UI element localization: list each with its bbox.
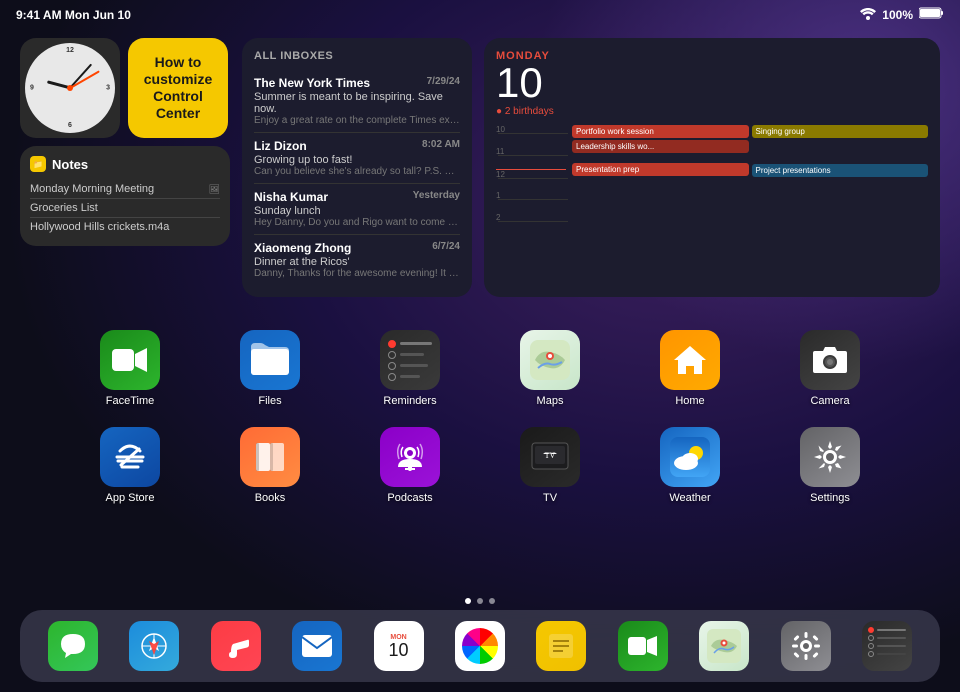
cal-date: 10 xyxy=(496,62,928,104)
status-bar: 9:41 AM Mon Jun 10 100% xyxy=(0,0,960,30)
dock-facetime[interactable] xyxy=(618,621,668,671)
app-weather[interactable]: Weather xyxy=(650,427,730,504)
podcasts-icon xyxy=(380,427,440,487)
app-appstore[interactable]: App Store xyxy=(90,427,170,504)
page-dots xyxy=(0,598,960,604)
notes-title: Notes xyxy=(52,157,88,172)
mail-item-4: Xiaomeng Zhong 6/7/24 Dinner at the Rico… xyxy=(254,235,460,285)
cal-event-5: Presentation prep xyxy=(572,163,749,176)
notes-item-icon-1: 🖼 xyxy=(209,184,220,195)
files-icon xyxy=(240,330,300,390)
center-dot xyxy=(67,85,73,91)
facetime-icon xyxy=(100,330,160,390)
notes-widget[interactable]: 📁 Notes Monday Morning Meeting 🖼 Groceri… xyxy=(20,146,230,246)
notes-item-2: Groceries List xyxy=(30,199,220,218)
books-icon xyxy=(240,427,300,487)
notes-header: 📁 Notes xyxy=(30,156,220,172)
cal-day: MONDAY xyxy=(496,50,928,62)
camera-label: Camera xyxy=(810,395,849,407)
app-maps[interactable]: Maps xyxy=(510,330,590,407)
tv-icon: TV xyxy=(520,427,580,487)
control-center-widget[interactable]: How to customize Control Center xyxy=(128,38,228,138)
dock-settings[interactable] xyxy=(781,621,831,671)
cal-event-2: Singing group xyxy=(752,125,929,138)
dock-messages[interactable] xyxy=(48,621,98,671)
cal-events: Portfolio work session Leadership skills… xyxy=(572,125,928,235)
tv-label: TV xyxy=(543,492,557,504)
notes-list: Monday Morning Meeting 🖼 Groceries List … xyxy=(30,180,220,236)
settings-icon xyxy=(800,427,860,487)
cal-event-4: Project presentations xyxy=(752,164,929,177)
mail-item-2: Liz Dizon 8:02 AM Growing up too fast! C… xyxy=(254,133,460,184)
reminders-icon xyxy=(380,330,440,390)
page-dot-3[interactable] xyxy=(489,598,495,604)
status-time: 9:41 AM Mon Jun 10 xyxy=(16,8,131,22)
podcasts-label: Podcasts xyxy=(387,492,432,504)
settings-label: Settings xyxy=(810,492,850,504)
svg-text:TV: TV xyxy=(545,451,556,460)
mail-item-1: The New York Times 7/29/24 Summer is mea… xyxy=(254,70,460,133)
dock-cal-day: 10 xyxy=(389,641,409,659)
appstore-icon xyxy=(100,427,160,487)
reminders-label: Reminders xyxy=(383,395,436,407)
app-camera[interactable]: Camera xyxy=(790,330,870,407)
cal-event-3: Leadership skills wo... xyxy=(572,140,749,153)
app-facetime[interactable]: FaceTime xyxy=(90,330,170,407)
dock-notes[interactable] xyxy=(536,621,586,671)
mail-widget[interactable]: All Inboxes The New York Times 7/29/24 S… xyxy=(242,38,472,297)
home-label: Home xyxy=(675,395,704,407)
wifi-icon xyxy=(860,8,876,23)
dock-safari[interactable] xyxy=(129,621,179,671)
clock-widget[interactable]: 12 3 6 9 xyxy=(20,38,120,138)
photos-wheel xyxy=(462,628,498,664)
weather-icon xyxy=(660,427,720,487)
dock-mail[interactable] xyxy=(292,621,342,671)
maps-label: Maps xyxy=(537,395,564,407)
app-files[interactable]: Files xyxy=(230,330,310,407)
cal-time-col: 10 11 12 1 2 xyxy=(496,125,566,235)
widgets-area: 12 3 6 9 How to customize Control Center… xyxy=(20,38,940,297)
home-icon xyxy=(660,330,720,390)
app-tv[interactable]: TV TV xyxy=(510,427,590,504)
mail-header: All Inboxes xyxy=(254,50,460,62)
page-dot-2[interactable] xyxy=(477,598,483,604)
weather-label: Weather xyxy=(669,492,710,504)
books-label: Books xyxy=(255,492,286,504)
app-reminders[interactable]: Reminders xyxy=(370,330,450,407)
dock-calendar[interactable]: MON 10 xyxy=(374,621,424,671)
cal-birthdays: ● 2 birthdays xyxy=(496,106,928,117)
app-settings[interactable]: Settings xyxy=(790,427,870,504)
cal-event-1: Portfolio work session xyxy=(572,125,749,138)
mail-item-3: Nisha Kumar Yesterday Sunday lunch Hey D… xyxy=(254,184,460,235)
page-dot-1[interactable] xyxy=(465,598,471,604)
dock-reminders[interactable] xyxy=(862,621,912,671)
dock-photos[interactable] xyxy=(455,621,505,671)
notes-folder-icon: 📁 xyxy=(30,156,46,172)
notes-item-1: Monday Morning Meeting 🖼 xyxy=(30,180,220,199)
control-center-text: How to customize Control Center xyxy=(138,54,218,121)
battery-level: 100% xyxy=(882,8,913,22)
left-widgets: 12 3 6 9 How to customize Control Center… xyxy=(20,38,230,297)
files-label: Files xyxy=(258,395,281,407)
dock: MON 10 xyxy=(20,610,940,682)
apps-row-2: App Store Books xyxy=(60,427,900,504)
notes-item-3: Hollywood Hills crickets.m4a xyxy=(30,218,220,236)
dock-music[interactable] xyxy=(211,621,261,671)
battery-icon xyxy=(919,6,944,24)
app-home[interactable]: Home xyxy=(650,330,730,407)
calendar-widget[interactable]: MONDAY 10 ● 2 birthdays 10 11 12 1 2 Por… xyxy=(484,38,940,297)
dock-maps[interactable] xyxy=(699,621,749,671)
appstore-label: App Store xyxy=(106,492,155,504)
app-podcasts[interactable]: Podcasts xyxy=(370,427,450,504)
apps-row-1: FaceTime Files Re xyxy=(60,330,900,407)
camera-icon xyxy=(800,330,860,390)
clock-notes-row: 12 3 6 9 How to customize Control Center xyxy=(20,38,230,138)
apps-area: FaceTime Files Re xyxy=(60,330,900,524)
app-books[interactable]: Books xyxy=(230,427,310,504)
maps-icon xyxy=(520,330,580,390)
facetime-label: FaceTime xyxy=(106,395,155,407)
cal-section: 10 11 12 1 2 Portfolio work session Lead… xyxy=(496,125,928,235)
clock-face: 12 3 6 9 xyxy=(25,43,115,133)
status-right: 100% xyxy=(860,6,944,24)
